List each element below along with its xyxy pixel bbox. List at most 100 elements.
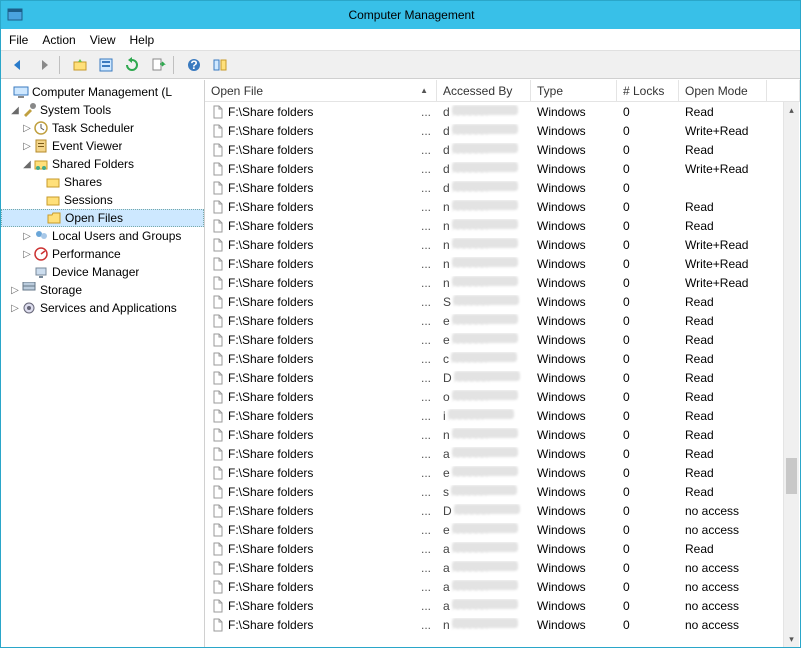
tree-local-users[interactable]: ▷ Local Users and Groups (1, 227, 204, 245)
title-bar[interactable]: Computer Management (1, 1, 800, 29)
table-row[interactable]: F:\Share folders...nxxxxxxWindows0Read (205, 425, 800, 444)
table-row[interactable]: F:\Share folders...nxxxxxxWindows0Write+… (205, 235, 800, 254)
forward-button[interactable] (32, 53, 56, 77)
file-icon (211, 371, 225, 385)
table-row[interactable]: F:\Share folders...sxxxxxxWindows0Read (205, 482, 800, 501)
cell-open-mode: Read (679, 371, 767, 385)
table-row[interactable]: F:\Share folders...axxxxxxWindows0no acc… (205, 596, 800, 615)
table-row[interactable]: F:\Share folders...exxxxxxWindows0Read (205, 311, 800, 330)
table-row[interactable]: F:\Share folders...dxxxxxxWindows0 (205, 178, 800, 197)
menu-action[interactable]: Action (42, 33, 75, 47)
tree-task-scheduler[interactable]: ▷ Task Scheduler (1, 119, 204, 137)
table-row[interactable]: F:\Share folders...exxxxxxWindows0Read (205, 330, 800, 349)
cell-type: Windows (531, 504, 617, 518)
tree-services-apps[interactable]: ▷ Services and Applications (1, 299, 204, 317)
list-pane: Open File Accessed By Type # Locks Open … (205, 80, 800, 647)
cell-open-mode: Read (679, 485, 767, 499)
table-row[interactable]: F:\Share folders...dxxxxxxWindows0Write+… (205, 121, 800, 140)
table-row[interactable]: F:\Share folders...axxxxxxWindows0no acc… (205, 577, 800, 596)
tree-sessions[interactable]: Sessions (1, 191, 204, 209)
table-row[interactable]: F:\Share folders...dxxxxxxWindows0Write+… (205, 159, 800, 178)
vertical-scrollbar[interactable]: ▴ ▾ (783, 102, 799, 647)
tree-performance[interactable]: ▷ Performance (1, 245, 204, 263)
cell-open-file: F:\Share folders... (205, 580, 437, 594)
cell-type: Windows (531, 295, 617, 309)
cell-locks: 0 (617, 314, 679, 328)
menu-file[interactable]: File (9, 33, 28, 47)
cell-open-file: F:\Share folders... (205, 352, 437, 366)
file-icon (211, 143, 225, 157)
col-open-file[interactable]: Open File (205, 80, 437, 101)
menu-view[interactable]: View (90, 33, 116, 47)
table-row[interactable]: F:\Share folders...nxxxxxxWindows0Write+… (205, 254, 800, 273)
table-row[interactable]: F:\Share folders...axxxxxxWindows0Read (205, 444, 800, 463)
tree-shared-folders[interactable]: ◢ Shared Folders (1, 155, 204, 173)
cell-open-file: F:\Share folders... (205, 447, 437, 461)
show-hide-button[interactable] (208, 53, 232, 77)
table-row[interactable]: F:\Share folders...nxxxxxxWindows0Write+… (205, 273, 800, 292)
clock-icon (33, 120, 49, 136)
table-row[interactable]: F:\Share folders...SxxxxxxWindows0Read (205, 292, 800, 311)
cell-open-mode: Write+Read (679, 276, 767, 290)
menu-help[interactable]: Help (130, 33, 155, 47)
tree-shares[interactable]: Shares (1, 173, 204, 191)
table-row[interactable]: F:\Share folders...nxxxxxxWindows0Read (205, 197, 800, 216)
file-icon (211, 105, 225, 119)
cell-open-mode: Read (679, 333, 767, 347)
cell-open-file: F:\Share folders... (205, 485, 437, 499)
table-row[interactable]: F:\Share folders...nxxxxxxWindows0no acc… (205, 615, 800, 634)
table-row[interactable]: F:\Share folders...ixxxxxxWindows0Read (205, 406, 800, 425)
cell-open-file: F:\Share folders... (205, 466, 437, 480)
table-row[interactable]: F:\Share folders...axxxxxxWindows0no acc… (205, 558, 800, 577)
cell-open-file: F:\Share folders... (205, 295, 437, 309)
rows-container: F:\Share folders...dxxxxxxWindows0ReadF:… (205, 102, 800, 647)
table-row[interactable]: F:\Share folders...exxxxxxWindows0Read (205, 463, 800, 482)
properties-button[interactable] (94, 53, 118, 77)
tree-root[interactable]: ▷ Computer Management (L (1, 83, 204, 101)
table-row[interactable]: F:\Share folders...dxxxxxxWindows0Read (205, 140, 800, 159)
export-button[interactable] (146, 53, 170, 77)
tree-open-files[interactable]: Open Files (1, 209, 204, 227)
cell-open-mode: no access (679, 561, 767, 575)
scroll-thumb[interactable] (786, 458, 797, 494)
tree-storage[interactable]: ▷ Storage (1, 281, 204, 299)
tree-device-manager[interactable]: Device Manager (1, 263, 204, 281)
table-row[interactable]: F:\Share folders...cxxxxxxWindows0Read (205, 349, 800, 368)
table-row[interactable]: F:\Share folders...axxxxxxWindows0Read (205, 539, 800, 558)
table-row[interactable]: F:\Share folders...exxxxxxWindows0no acc… (205, 520, 800, 539)
back-button[interactable] (6, 53, 30, 77)
tree-pane[interactable]: ▷ Computer Management (L ◢ System Tools … (1, 80, 205, 647)
file-icon (211, 181, 225, 195)
refresh-button[interactable] (120, 53, 144, 77)
cell-type: Windows (531, 580, 617, 594)
up-button[interactable] (68, 53, 92, 77)
table-row[interactable]: F:\Share folders...DxxxxxxWindows0Read (205, 368, 800, 387)
scroll-track[interactable] (784, 118, 799, 631)
cell-accessed-by: axxxxxx (437, 447, 531, 461)
scroll-down-icon[interactable]: ▾ (784, 631, 799, 647)
file-icon (211, 561, 225, 575)
tree-event-viewer[interactable]: ▷ Event Viewer (1, 137, 204, 155)
col-locks[interactable]: # Locks (617, 80, 679, 101)
cell-accessed-by: Sxxxxxx (437, 295, 531, 309)
col-open-mode[interactable]: Open Mode (679, 80, 767, 101)
cell-open-mode: no access (679, 580, 767, 594)
file-icon (211, 580, 225, 594)
file-icon (211, 200, 225, 214)
table-row[interactable]: F:\Share folders...dxxxxxxWindows0Read (205, 102, 800, 121)
help-button[interactable]: ? (182, 53, 206, 77)
col-accessed-by[interactable]: Accessed By (437, 80, 531, 101)
col-type[interactable]: Type (531, 80, 617, 101)
cell-open-mode: Read (679, 390, 767, 404)
table-row[interactable]: F:\Share folders...DxxxxxxWindows0no acc… (205, 501, 800, 520)
scroll-up-icon[interactable]: ▴ (784, 102, 799, 118)
cell-open-mode: no access (679, 599, 767, 613)
tree-system-tools[interactable]: ◢ System Tools (1, 101, 204, 119)
cell-open-mode: Read (679, 143, 767, 157)
cell-type: Windows (531, 599, 617, 613)
cell-type: Windows (531, 200, 617, 214)
table-row[interactable]: F:\Share folders...oxxxxxxWindows0Read (205, 387, 800, 406)
cell-locks: 0 (617, 276, 679, 290)
table-row[interactable]: F:\Share folders...nxxxxxxWindows0Read (205, 216, 800, 235)
cell-open-file: F:\Share folders... (205, 618, 437, 632)
